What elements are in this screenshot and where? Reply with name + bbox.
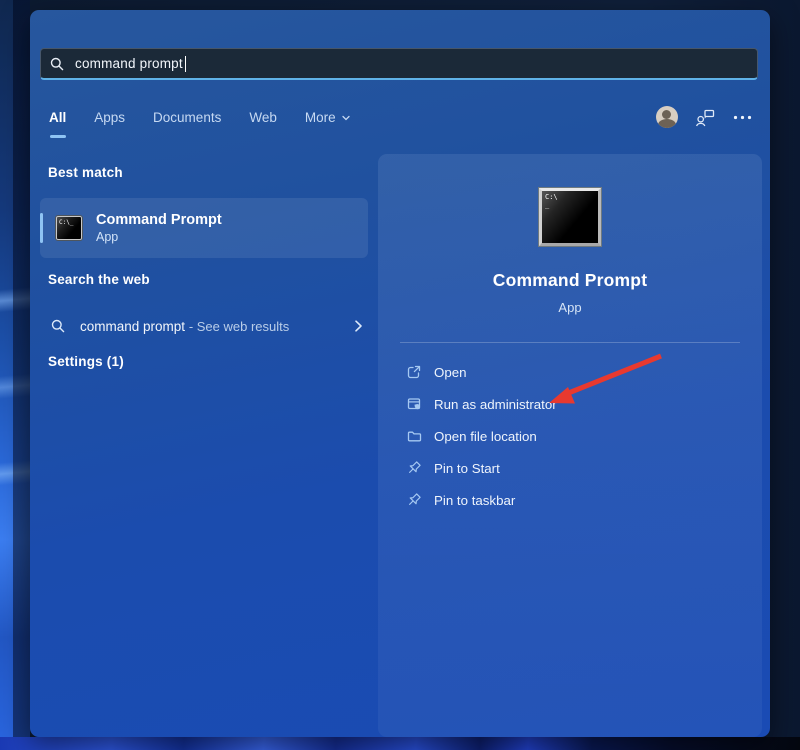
action-run-as-administrator[interactable]: Run as administrator: [378, 388, 762, 420]
wallpaper-left-ribbons: [0, 0, 30, 750]
preview-type: App: [558, 300, 581, 315]
wallpaper-bottom-ribbons: [0, 737, 800, 750]
divider: [400, 342, 740, 343]
web-suffix: - See web results: [189, 319, 289, 334]
settings-section-heading: Settings (1): [48, 354, 124, 369]
best-match-heading: Best match: [48, 165, 123, 180]
pin-icon: [406, 460, 422, 476]
open-external-icon: [406, 364, 422, 380]
pin-icon: [406, 492, 422, 508]
action-pin-to-start[interactable]: Pin to Start: [378, 452, 762, 484]
account-device-icon[interactable]: [695, 108, 716, 127]
search-icon: [49, 56, 65, 72]
preview-title: Command Prompt: [493, 270, 647, 291]
search-input[interactable]: command prompt: [40, 48, 758, 80]
action-open-file-location[interactable]: Open file location: [378, 420, 762, 452]
search-icon: [50, 318, 66, 334]
tab-apps[interactable]: Apps: [93, 108, 126, 127]
result-preview-panel: C:\ _ Command Prompt App Open: [378, 154, 762, 737]
web-section-heading: Search the web: [48, 272, 150, 287]
tab-web[interactable]: Web: [248, 108, 278, 127]
tab-documents[interactable]: Documents: [152, 108, 222, 127]
result-type: App: [96, 230, 222, 244]
selection-accent-bar: [40, 213, 43, 243]
user-avatar[interactable]: [656, 106, 678, 128]
tab-all[interactable]: All: [48, 108, 67, 127]
command-prompt-app-icon-large: C:\ _: [539, 188, 601, 246]
more-options-ellipsis-icon[interactable]: [733, 115, 752, 120]
search-filter-tabs: All Apps Documents Web More: [48, 108, 352, 127]
web-search-result[interactable]: command prompt - See web results: [40, 306, 368, 346]
action-open[interactable]: Open: [378, 356, 762, 388]
web-query: command prompt: [80, 319, 185, 334]
folder-icon: [406, 428, 422, 444]
chevron-right-icon[interactable]: [350, 318, 366, 334]
result-title: Command Prompt: [96, 212, 222, 228]
topbar-icon-cluster: [656, 106, 752, 128]
run-admin-icon: [406, 396, 422, 412]
active-tab-underline: [50, 135, 66, 138]
text-cursor: [185, 56, 186, 72]
best-match-result-command-prompt[interactable]: C:\_ Command Prompt App: [40, 198, 368, 258]
desktop: { "search_box": { "value": "command prom…: [0, 0, 800, 750]
command-prompt-app-icon: C:\_: [56, 216, 82, 240]
action-list: Open Run as administrator: [378, 356, 762, 516]
search-query-text: command prompt: [75, 56, 183, 71]
tab-more[interactable]: More: [304, 108, 352, 127]
search-flyout: command prompt All Apps Documents Web Mo…: [30, 10, 770, 737]
chevron-down-icon: [341, 113, 351, 123]
action-pin-to-taskbar[interactable]: Pin to taskbar: [378, 484, 762, 516]
